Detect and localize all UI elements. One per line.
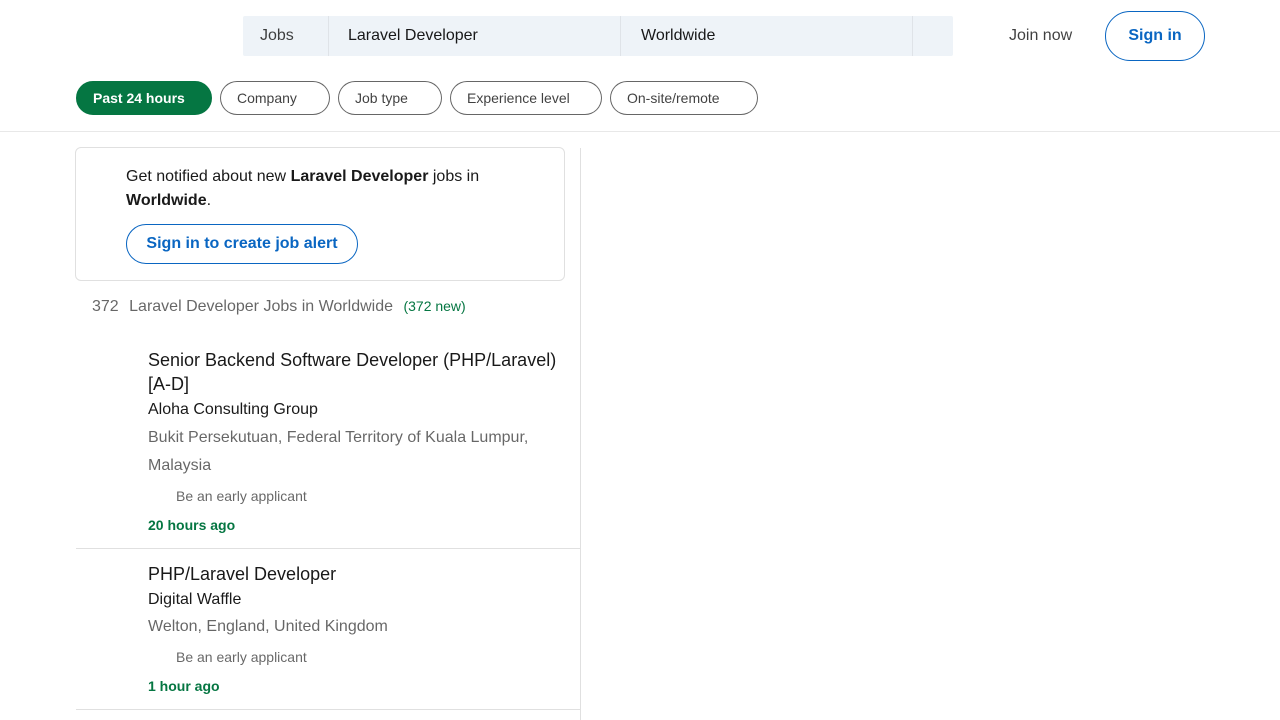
search-category-selector[interactable]: Jobs [243,16,329,56]
job-company[interactable]: Aloha Consulting Group [148,401,318,419]
job-company[interactable]: Digital Waffle [148,591,241,609]
early-applicant-badge: Be an early applicant [176,488,307,504]
list-detail-divider [580,148,581,720]
filter-past-24-hours[interactable]: Past 24 hours [76,81,212,115]
create-job-alert-button[interactable]: Sign in to create job alert [126,224,358,264]
top-bar: Jobs Laravel Developer Worldwide Join no… [0,0,1280,132]
sign-in-button[interactable]: Sign in [1105,11,1205,61]
job-alert-card: Get notified about new Laravel Developer… [75,147,565,281]
job-location: Welton, England, United Kingdom [148,618,388,635]
search-submit-button[interactable] [913,16,953,56]
search-bar: Jobs Laravel Developer Worldwide [243,16,953,56]
job-title[interactable]: PHP/Laravel Developer [148,562,568,586]
results-label: Laravel Developer Jobs in Worldwide [129,298,393,315]
join-now-link[interactable]: Join now [992,20,1089,52]
new-results-badge: (372 new) [403,298,466,314]
keywords-value: Laravel Developer [348,27,478,44]
keywords-search-input[interactable]: Laravel Developer [329,16,621,56]
job-card[interactable]: Senior Backend Software Developer (PHP/L… [76,340,580,549]
job-title[interactable]: Senior Backend Software Developer (PHP/L… [148,348,568,396]
results-count: 372 Laravel Developer Jobs in Worldwide … [92,298,466,316]
results-number: 372 [92,298,119,315]
search-category-label: Jobs [260,27,294,44]
job-alert-text: Get notified about new Laravel Developer… [126,168,480,209]
posted-time: 1 hour ago [148,678,220,694]
location-value: Worldwide [641,27,716,44]
filter-onsite-remote[interactable]: On-site/remote [610,81,758,115]
alert-location: Worldwide [126,192,207,209]
early-applicant-badge: Be an early applicant [176,649,307,665]
filter-bar: Past 24 hours Company Job type Experienc… [76,81,758,115]
job-card[interactable]: PHP/Laravel Developer Digital Waffle Wel… [76,549,580,710]
filter-job-type[interactable]: Job type [338,81,442,115]
filter-experience-level[interactable]: Experience level [450,81,602,115]
job-location: Bukit Persekutuan, Federal Territory of … [148,429,529,474]
filter-company[interactable]: Company [220,81,330,115]
alert-keyword: Laravel Developer [290,168,429,185]
posted-time: 20 hours ago [148,517,236,533]
location-search-input[interactable]: Worldwide [621,16,913,56]
